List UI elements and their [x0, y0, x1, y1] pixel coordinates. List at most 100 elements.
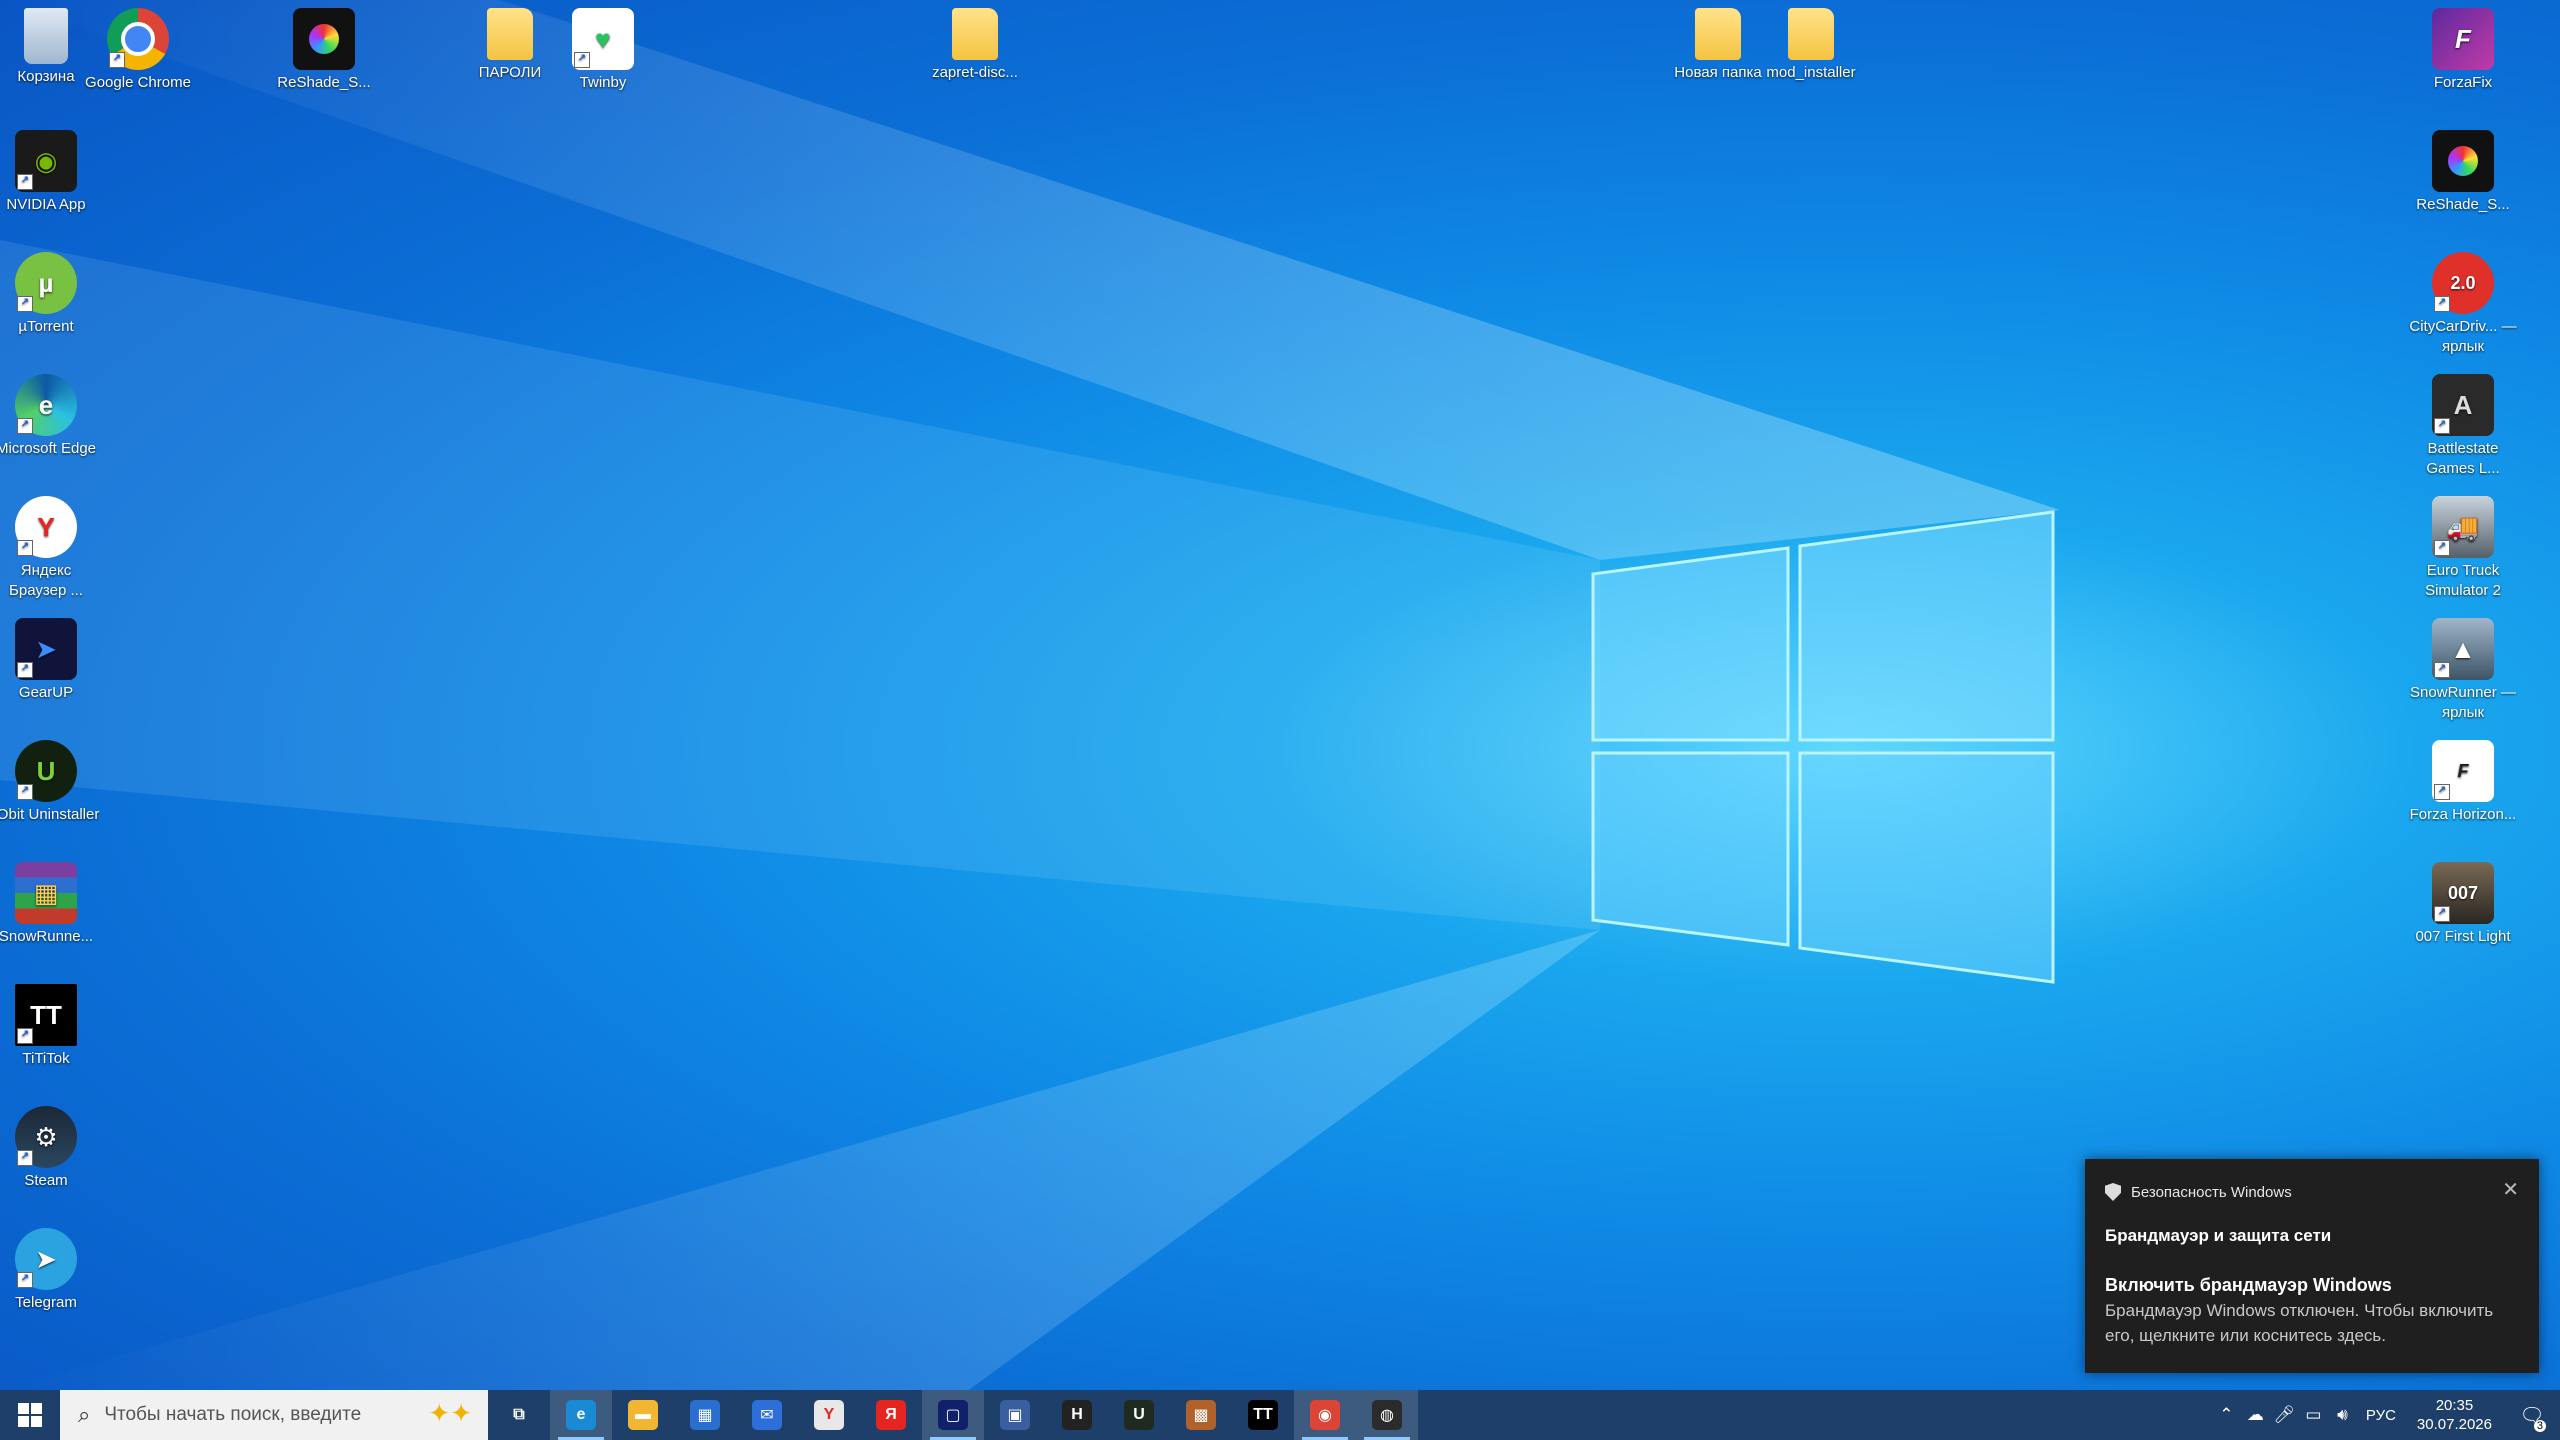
- yandex-browser-icon: Y ↗: [15, 496, 77, 558]
- desktop-icon-label: Twinby: [579, 74, 627, 91]
- taskbar-app-h-app[interactable]: H: [1046, 1390, 1108, 1440]
- desktop-icon-forzafix[interactable]: F ForzaFix: [2408, 4, 2518, 93]
- telegram-icon: ➤ ↗: [15, 1228, 77, 1290]
- citycardriving-icon: 2.0 ↗: [2432, 252, 2494, 314]
- clock[interactable]: 20:35 30.07.2026: [2405, 1396, 2504, 1434]
- desktop-icon-label: NVIDIA App: [6, 196, 86, 213]
- desktop-icon-label: mod_installer: [1766, 64, 1856, 81]
- desktop-folder-mod-installer[interactable]: mod_installer: [1756, 4, 1866, 83]
- close-icon[interactable]: ✕: [2502, 1177, 2519, 1202]
- toast-title: Брандмауэр и защита сети: [2105, 1226, 2332, 1245]
- toast-body[interactable]: Брандмауэр Windows отключен. Чтобы включ…: [2105, 1298, 2525, 1348]
- edge-icon: e: [566, 1400, 596, 1430]
- iobit-icon: U ↗: [15, 740, 77, 802]
- taskbar: ⌕ Чтобы начать поиск, введите ✦✦ ⧉ e ▬ ▦ ✉ Y Я…: [0, 1390, 2560, 1440]
- iobit-icon: U: [1124, 1400, 1154, 1430]
- clock-time: 20:35: [2435, 1397, 2474, 1414]
- taskbar-app-store[interactable]: ▦: [674, 1390, 736, 1440]
- desktop-icon-label: SnowRunner — ярлык: [2410, 684, 2516, 721]
- volume-icon[interactable]: 🔊︎: [2328, 1405, 2357, 1425]
- snowrunner-icon: ▲ ↗: [2432, 618, 2494, 680]
- clock-date: 30.07.2026: [2416, 1416, 2492, 1433]
- desktop-icon-label: ReShade_S...: [277, 74, 371, 91]
- mail-icon: ✉: [752, 1400, 782, 1430]
- chevron-up-icon[interactable]: ⌃: [2212, 1405, 2241, 1425]
- desktop-icon-yandex-browser[interactable]: Y ↗ Яндекс Браузер ...: [0, 492, 101, 601]
- taskbar-app-mail[interactable]: ✉: [736, 1390, 798, 1440]
- reshade-icon: [293, 8, 355, 70]
- nvidia-icon: ◉ ↗: [15, 130, 77, 192]
- desktop-icon-label: Battlestate Games L...: [2426, 440, 2500, 477]
- desktop-icon-reshade-1[interactable]: ReShade_S...: [269, 4, 379, 93]
- yandex-browser-icon: Y: [814, 1400, 844, 1430]
- recorder-icon: ◍: [1372, 1400, 1402, 1430]
- desktop-icon-label: Яндекс Браузер ...: [9, 562, 83, 599]
- desktop-icon-label: SnowRunne...: [0, 928, 94, 945]
- desktop-icon-chrome[interactable]: ↗ Google Chrome: [83, 4, 193, 93]
- taskbar-app-app-blue[interactable]: ▢: [922, 1390, 984, 1440]
- winrar-icon: ▩: [1186, 1400, 1216, 1430]
- desktop-icon-steam[interactable]: ⚙ ↗ Steam: [0, 1102, 101, 1191]
- task-view-icon: ⧉: [504, 1400, 534, 1430]
- ets2-icon: 🚚 ↗: [2432, 496, 2494, 558]
- taskbar-app-recorder[interactable]: ◍: [1356, 1390, 1418, 1440]
- action-center-button[interactable]: 🗨︎ 3: [2504, 1403, 2560, 1432]
- 007-icon: 007 ↗: [2432, 862, 2494, 924]
- taskbar-app-remote[interactable]: ▣: [984, 1390, 1046, 1440]
- taskbar-app-task-view[interactable]: ⧉: [488, 1390, 550, 1440]
- battlestate-icon: A ↗: [2432, 374, 2494, 436]
- desktop-icon-iobit[interactable]: U ↗ IObit Uninstaller: [0, 736, 101, 825]
- taskbar-app-edge[interactable]: e: [550, 1390, 612, 1440]
- recycle-bin-icon: [24, 8, 68, 64]
- desktop-icon-edge[interactable]: e ↗ Microsoft Edge: [0, 370, 101, 459]
- desktop-icon-tititok[interactable]: TT ↗ TiTiTok: [0, 980, 101, 1069]
- desktop-icon-ets2[interactable]: 🚚 ↗ Euro Truck Simulator 2: [2408, 492, 2518, 601]
- desktop-icon-telegram[interactable]: ➤ ↗ Telegram: [0, 1224, 101, 1313]
- onedrive-icon[interactable]: ☁: [2241, 1405, 2270, 1425]
- folder-icon: [1788, 8, 1834, 60]
- taskbar-app-winrar[interactable]: ▩: [1170, 1390, 1232, 1440]
- language-indicator[interactable]: РУС: [2357, 1407, 2405, 1424]
- forzafix-icon: F: [2432, 8, 2494, 70]
- desktop-icon-007[interactable]: 007 ↗ 007 First Light: [2408, 858, 2518, 947]
- taskbar-search-box[interactable]: ⌕ Чтобы начать поиск, введите ✦✦: [60, 1390, 488, 1440]
- desktop-icon-twinby[interactable]: ♥ ↗ Twinby: [548, 4, 658, 93]
- desktop-icon-snowrunner-archive[interactable]: ▦ SnowRunne...: [0, 858, 101, 947]
- desktop-icon-label: ReShade_S...: [2416, 196, 2510, 213]
- desktop-icon-nvidia-app[interactable]: ◉ ↗ NVIDIA App: [0, 126, 101, 215]
- taskbar-app-file-explorer[interactable]: ▬: [612, 1390, 674, 1440]
- taskbar-app-iobit[interactable]: U: [1108, 1390, 1170, 1440]
- toast-header: Безопасность Windows: [2105, 1183, 2292, 1201]
- microphone-icon[interactable]: 🎤︎: [2270, 1405, 2299, 1425]
- search-placeholder: Чтобы начать поиск, введите: [104, 1404, 362, 1425]
- tititok-icon: TT ↗: [15, 984, 77, 1046]
- desktop-icon-utorrent[interactable]: µ ↗ µTorrent: [0, 248, 101, 337]
- desktop-icon-battlestate[interactable]: A ↗ Battlestate Games L...: [2408, 370, 2518, 479]
- toast-heading[interactable]: Включить брандмауэр Windows: [2105, 1275, 2392, 1296]
- shield-icon: [2105, 1183, 2121, 1201]
- taskbar-app-yandex-browser[interactable]: Y: [798, 1390, 860, 1440]
- desktop-icon-reshade-2[interactable]: ReShade_S...: [2408, 126, 2518, 215]
- windows-security-toast[interactable]: Безопасность Windows ✕ Брандмауэр и защи…: [2085, 1159, 2539, 1373]
- desktop-icon-label: TiTiTok: [22, 1050, 70, 1067]
- desktop-icon-label: 007 First Light: [2415, 928, 2511, 945]
- desktop-icon-snowrunner[interactable]: ▲ ↗ SnowRunner — ярлык: [2408, 614, 2518, 723]
- taskbar-app-yandex[interactable]: Я: [860, 1390, 922, 1440]
- tititok-icon: TT: [1248, 1400, 1278, 1430]
- desktop-icon-forza-horizon[interactable]: F ↗ Forza Horizon...: [2408, 736, 2518, 825]
- folder-icon: [952, 8, 998, 60]
- network-icon[interactable]: ▭: [2299, 1405, 2328, 1425]
- steam-icon: ⚙ ↗: [15, 1106, 77, 1168]
- desktop-icon-gearup[interactable]: ➤ ↗ GearUP: [0, 614, 101, 703]
- notification-count: 3: [2533, 1419, 2546, 1432]
- search-icon: ⌕: [78, 1402, 91, 1427]
- desktop-icon-citycardriving[interactable]: 2.0 ↗ CityCarDriv... — ярлык: [2408, 248, 2518, 357]
- edge-icon: e ↗: [15, 374, 77, 436]
- taskbar-app-chrome[interactable]: ◉: [1294, 1390, 1356, 1440]
- app-blue-icon: ▢: [938, 1400, 968, 1430]
- utorrent-icon: µ ↗: [15, 252, 77, 314]
- desktop-icon-label: Euro Truck Simulator 2: [2425, 562, 2501, 599]
- desktop-folder-zapret[interactable]: zapret-disc...: [920, 4, 1030, 83]
- taskbar-app-tititok[interactable]: TT: [1232, 1390, 1294, 1440]
- start-button[interactable]: [0, 1390, 60, 1440]
